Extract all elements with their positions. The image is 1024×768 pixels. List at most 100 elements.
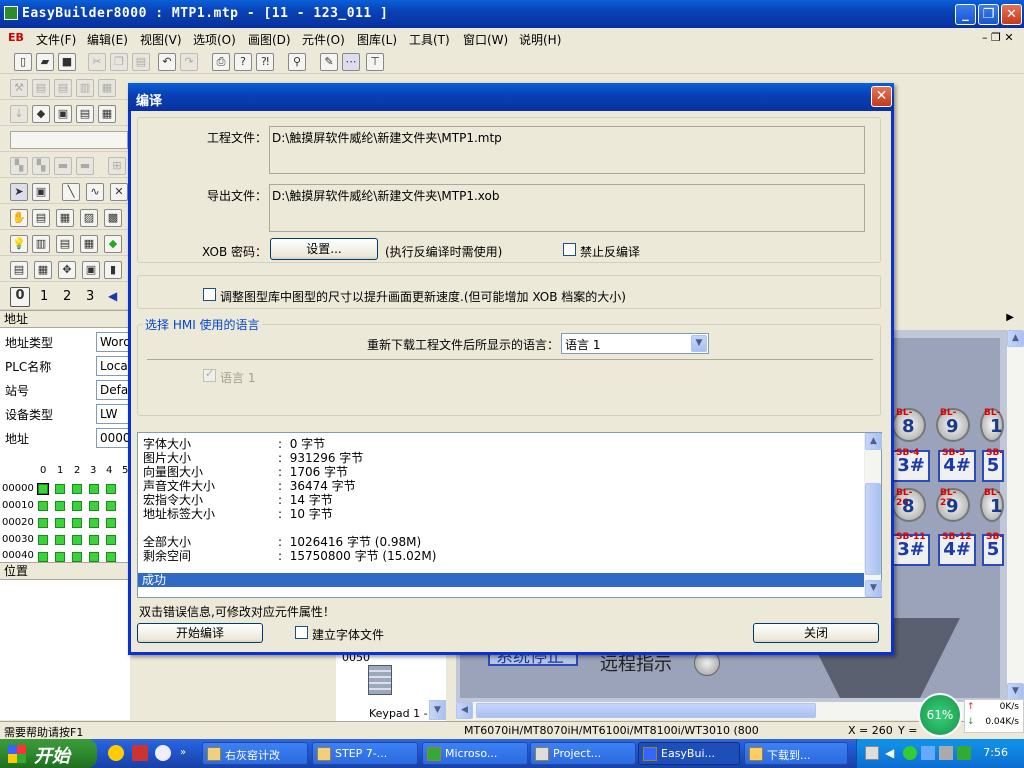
address-cell[interactable]: [106, 535, 116, 545]
indicator-lamp[interactable]: BL- 1: [980, 408, 1004, 442]
address-cell[interactable]: [106, 518, 116, 528]
paste-icon[interactable]: ▤: [132, 53, 150, 71]
menu-library[interactable]: 图库(L): [357, 31, 397, 48]
quicklaunch-icon[interactable]: [132, 745, 148, 761]
address-cell[interactable]: [38, 501, 48, 511]
taskbar-item[interactable]: Project...: [530, 742, 636, 765]
tool-icon[interactable]: ✋: [10, 209, 28, 227]
indicator-lamp[interactable]: BL-27 9: [936, 488, 970, 522]
tray-icon[interactable]: [939, 746, 953, 760]
tool-icon[interactable]: ▣: [32, 183, 50, 201]
tool-icon[interactable]: ▩: [104, 209, 122, 227]
taskbar-item[interactable]: 右灰窑计改: [202, 742, 308, 765]
scroll-thumb[interactable]: [865, 483, 881, 575]
switch-button[interactable]: SB-4 3#: [892, 448, 930, 482]
tool-icon[interactable]: ▤: [54, 79, 72, 97]
tool-icon[interactable]: ⚒: [10, 79, 28, 97]
address-cell[interactable]: [72, 552, 82, 562]
menu-options[interactable]: 选项(O): [193, 31, 236, 48]
menu-help[interactable]: 说明(H): [519, 31, 561, 48]
adjust-size-checkbox[interactable]: [203, 288, 216, 301]
lamp-icon[interactable]: 💡: [10, 235, 28, 253]
new-icon[interactable]: ▯: [14, 53, 32, 71]
address-cell[interactable]: [38, 535, 48, 545]
combo-field[interactable]: [10, 131, 128, 149]
station-field[interactable]: Defau: [96, 380, 130, 400]
menu-tools[interactable]: 工具(T): [409, 31, 450, 48]
device-type-field[interactable]: LW: [96, 404, 130, 424]
tool-icon[interactable]: ▬: [54, 157, 72, 175]
open-icon[interactable]: ▰: [36, 53, 54, 71]
address-cell[interactable]: [38, 552, 48, 562]
chart-icon[interactable]: ▮: [104, 261, 122, 279]
address-cell[interactable]: [89, 535, 99, 545]
tool-icon[interactable]: ▬: [76, 157, 94, 175]
tool-icon[interactable]: ▥: [76, 79, 94, 97]
indicator-lamp[interactable]: BL- 1: [980, 488, 1004, 522]
tool-icon[interactable]: ▤: [56, 235, 74, 253]
address-cell[interactable]: [55, 501, 65, 511]
switch-button[interactable]: SB- 5: [982, 448, 1004, 482]
undo-icon[interactable]: ↶: [158, 53, 176, 71]
print-icon[interactable]: ⎙: [212, 53, 230, 71]
scroll-down-icon[interactable]: ▼: [865, 580, 882, 597]
scroll-right-icon[interactable]: ▶: [1006, 312, 1014, 323]
page-2-button[interactable]: 2: [63, 289, 71, 304]
context-help-icon[interactable]: ⁈: [256, 53, 274, 71]
address-type-field[interactable]: Word: [96, 332, 130, 352]
tool-icon[interactable]: ▤: [32, 209, 50, 227]
project-file-field[interactable]: D:\触摸屏软件威纶\新建文件夹\MTP1.mtp: [269, 126, 865, 174]
menu-edit[interactable]: 编辑(E): [87, 31, 128, 48]
menu-window[interactable]: 窗口(W): [463, 31, 508, 48]
move-icon[interactable]: ✥: [58, 261, 76, 279]
help-icon[interactable]: ?: [234, 53, 252, 71]
indicator-lamp[interactable]: BL- 9: [936, 408, 970, 442]
address-cell[interactable]: [55, 552, 65, 562]
keypad-icon[interactable]: [368, 665, 392, 695]
scroll-down-icon[interactable]: ▼: [429, 700, 446, 720]
taskbar-item-active[interactable]: EasyBui...: [638, 742, 740, 765]
switch-button[interactable]: SB-5 4#: [938, 448, 976, 482]
compile-log[interactable]: 字体大小 : 0 字节 图片大小 : 931296 字节 向量图大小 : 170…: [137, 432, 882, 598]
plc-name-field[interactable]: Local: [96, 356, 130, 376]
tool-icon[interactable]: ▨: [80, 209, 98, 227]
cross-icon[interactable]: ✕: [110, 183, 128, 201]
taskbar-item[interactable]: 下载到...: [744, 742, 848, 765]
address-cell[interactable]: [89, 501, 99, 511]
menu-file[interactable]: 文件(F): [36, 31, 76, 48]
address-cell[interactable]: [55, 535, 65, 545]
canvas-vscroll[interactable]: ▲ ▼: [1007, 330, 1024, 700]
line-icon[interactable]: ╲: [62, 183, 80, 201]
address-cell[interactable]: [106, 552, 116, 562]
address-field[interactable]: 00000: [96, 428, 130, 448]
tool-icon[interactable]: ▦: [34, 261, 52, 279]
switch-button[interactable]: SB-11 3#: [892, 532, 930, 566]
expand-icon[interactable]: »: [180, 747, 186, 758]
copy-icon[interactable]: ❐: [110, 53, 128, 71]
quicklaunch-icon[interactable]: [108, 745, 124, 761]
tool-icon[interactable]: ◆: [32, 105, 50, 123]
address-cell[interactable]: [89, 552, 99, 562]
log-scrollbar[interactable]: ▲ ▼: [864, 433, 882, 597]
start-compile-button[interactable]: 开始编译: [137, 623, 263, 643]
mdi-controls[interactable]: – ❐ ✕: [982, 31, 1014, 44]
tag-icon[interactable]: ◆: [104, 235, 122, 253]
menu-view[interactable]: 视图(V): [140, 31, 182, 48]
indicator-lamp[interactable]: BL- 8: [892, 408, 926, 442]
find-icon[interactable]: ⚲: [288, 53, 306, 71]
minimize-button[interactable]: _: [955, 4, 976, 25]
tool-icon[interactable]: ▚: [32, 157, 50, 175]
dialog-close-button[interactable]: ✕: [871, 86, 892, 107]
align-icon[interactable]: ⊤: [366, 53, 384, 71]
close-button[interactable]: ✕: [1001, 4, 1022, 25]
tool-icon[interactable]: ▥: [32, 235, 50, 253]
tool-icon[interactable]: ▣: [82, 261, 100, 279]
switch-button[interactable]: SB-12 4#: [938, 532, 976, 566]
address-cell[interactable]: [55, 518, 65, 528]
chevron-down-icon[interactable]: ▼: [691, 335, 707, 352]
tool-icon[interactable]: ▦: [98, 105, 116, 123]
address-cell[interactable]: [72, 501, 82, 511]
build-font-checkbox[interactable]: [295, 626, 308, 639]
shield-icon[interactable]: [957, 746, 971, 760]
taskbar-item[interactable]: Microso...: [422, 742, 528, 765]
